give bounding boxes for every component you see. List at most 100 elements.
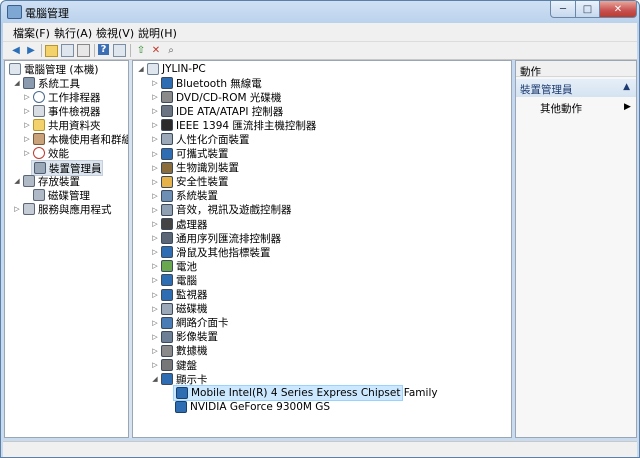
tree-item-services[interactable]: ▷ 服務與應用程式 xyxy=(13,202,112,216)
console-icon[interactable] xyxy=(113,44,126,57)
console-tree: 電腦管理 (本機) ◢ 系統工具 ▷ 工作排程器 ▷ 事件檢視器 ▷ 共用資料夾… xyxy=(4,60,129,438)
device-category-item[interactable]: ▷ Bluetooth 無線電 xyxy=(151,76,262,90)
minimize-button[interactable]: ─ xyxy=(550,1,576,18)
device-category-item[interactable]: ▷ 音效，視訊及遊戲控制器 xyxy=(151,203,292,217)
tree-item-label: 磁碟管理 xyxy=(48,189,90,202)
menu-view[interactable]: 檢視(V) xyxy=(96,25,134,41)
expand-arrow-icon[interactable]: ▷ xyxy=(151,333,159,341)
device-category-item[interactable]: ▷ 滑鼠及其他指標裝置 xyxy=(151,245,271,259)
tree-item-performance[interactable]: ▷ 效能 xyxy=(23,146,69,160)
device-category-item[interactable]: ▷ IEEE 1394 匯流排主機控制器 xyxy=(151,118,316,132)
maximize-button[interactable]: □ xyxy=(575,1,600,18)
device-item-nvidia-graphics[interactable]: NVIDIA GeForce 9300M GS xyxy=(173,400,330,414)
collapse-arrow-icon[interactable]: ◢ xyxy=(13,79,21,87)
expand-arrow-icon[interactable]: ▷ xyxy=(151,206,159,214)
expand-arrow-icon[interactable]: ▷ xyxy=(151,234,159,242)
window-title: 電腦管理 xyxy=(25,7,69,20)
expand-arrow-icon[interactable]: ▷ xyxy=(151,150,159,158)
scan-hardware-icon[interactable]: ⌕ xyxy=(164,43,178,57)
device-category-item[interactable]: ▷ 數據機 xyxy=(151,344,208,358)
device-category-item[interactable]: ◢ 顯示卡 xyxy=(151,372,208,386)
device-tree-root[interactable]: ◢ JYLIN-PC xyxy=(137,62,206,76)
biometric-icon xyxy=(161,161,173,174)
update-driver-icon[interactable]: ⇧ xyxy=(134,43,148,57)
device-category-item[interactable]: ▷ 可攜式裝置 xyxy=(151,147,229,161)
device-category-item[interactable]: ▷ DVD/CD-ROM 光碟機 xyxy=(151,90,281,104)
menu-help[interactable]: 說明(H) xyxy=(138,25,177,41)
expand-arrow-icon[interactable]: ▷ xyxy=(151,121,159,129)
expand-arrow-icon[interactable]: ▷ xyxy=(23,135,31,143)
help-icon[interactable]: ? xyxy=(98,44,109,55)
expand-arrow-icon[interactable]: ▷ xyxy=(151,276,159,284)
menu-file[interactable]: 檔案(F) xyxy=(13,25,50,41)
expand-arrow-icon[interactable]: ▷ xyxy=(151,361,159,369)
device-category-label: 安全性裝置 xyxy=(176,176,229,189)
expand-arrow-icon[interactable]: ▷ xyxy=(23,107,31,115)
menu-action[interactable]: 執行(A) xyxy=(54,25,92,41)
expand-arrow-icon[interactable]: ▷ xyxy=(151,178,159,186)
device-category-item[interactable]: ▷ 電腦 xyxy=(151,273,197,287)
tree-item-local-users[interactable]: ▷ 本機使用者和群組 xyxy=(23,132,128,146)
tree-item-disk-management[interactable]: 磁碟管理 xyxy=(31,188,90,202)
expand-arrow-icon[interactable]: ▷ xyxy=(151,164,159,172)
collapse-arrow-icon[interactable]: ◢ xyxy=(13,177,21,185)
tree-item-task-scheduler[interactable]: ▷ 工作排程器 xyxy=(23,90,101,104)
device-category-item[interactable]: ▷ 監視器 xyxy=(151,288,208,302)
tree-item-shared-folders[interactable]: ▷ 共用資料夾 xyxy=(23,118,101,132)
expand-arrow-icon[interactable]: ▷ xyxy=(151,347,159,355)
device-tree-root-label: JYLIN-PC xyxy=(162,63,206,75)
expand-arrow-icon[interactable]: ▷ xyxy=(151,305,159,313)
device-category-item[interactable]: ▷ 安全性裝置 xyxy=(151,175,229,189)
device-item-intel-graphics[interactable]: Mobile Intel(R) 4 Series Express Chipset… xyxy=(173,385,438,401)
tree-item-label: 存放裝置 xyxy=(38,175,80,188)
expand-arrow-icon[interactable]: ▷ xyxy=(151,93,159,101)
tree-item-event-viewer[interactable]: ▷ 事件檢視器 xyxy=(23,104,101,118)
device-category-item[interactable]: ▷ 鍵盤 xyxy=(151,358,197,372)
usb-icon xyxy=(161,232,173,245)
close-button[interactable]: ✕ xyxy=(599,1,637,18)
forward-icon[interactable]: ▶ xyxy=(24,43,38,57)
device-category-label: IDE ATA/ATAPI 控制器 xyxy=(176,105,284,118)
device-category-item[interactable]: ▷ 人性化介面裝置 xyxy=(151,132,250,146)
expand-arrow-icon[interactable]: ▷ xyxy=(151,220,159,228)
device-category-item[interactable]: ▷ 電池 xyxy=(151,259,197,273)
expand-arrow-icon[interactable]: ▷ xyxy=(23,93,31,101)
computer-management-window: 電腦管理 ─ □ ✕ 檔案(F) 執行(A) 檢視(V) 說明(H) ◀ ▶ ?… xyxy=(0,0,640,458)
tree-item-storage[interactable]: ◢ 存放裝置 xyxy=(13,174,80,188)
expand-arrow-icon[interactable]: ▷ xyxy=(23,121,31,129)
device-category-item[interactable]: ▷ IDE ATA/ATAPI 控制器 xyxy=(151,104,283,118)
collapse-triangle-icon[interactable]: ▲ xyxy=(623,82,630,92)
tools-icon xyxy=(23,77,35,89)
show-hide-tree-icon[interactable] xyxy=(61,44,74,57)
expand-arrow-icon[interactable]: ▷ xyxy=(151,135,159,143)
device-category-item[interactable]: ▷ 影像裝置 xyxy=(151,330,218,344)
device-category-item[interactable]: ▷ 生物識別裝置 xyxy=(151,161,239,175)
back-icon[interactable]: ◀ xyxy=(9,43,23,57)
more-actions-item[interactable]: 其他動作 xyxy=(540,101,582,116)
expand-arrow-icon[interactable]: ▷ xyxy=(151,192,159,200)
device-category-item[interactable]: ▷ 處理器 xyxy=(151,217,208,231)
expand-arrow-icon[interactable]: ▷ xyxy=(151,248,159,256)
device-category-item[interactable]: ▷ 通用序列匯流排控制器 xyxy=(151,231,281,245)
up-folder-icon[interactable] xyxy=(45,45,58,57)
expand-arrow-icon[interactable]: ▷ xyxy=(151,262,159,270)
collapse-arrow-icon[interactable]: ◢ xyxy=(151,375,159,383)
expand-arrow-icon[interactable]: ▷ xyxy=(151,291,159,299)
actions-section-device-manager[interactable]: 裝置管理員 ▲ xyxy=(516,79,636,97)
expand-arrow-icon[interactable]: ▷ xyxy=(151,107,159,115)
expand-arrow-icon[interactable]: ▷ xyxy=(13,205,21,213)
tree-item-system-tools[interactable]: ◢ 系統工具 xyxy=(13,76,80,90)
uninstall-icon[interactable]: ✕ xyxy=(149,43,163,57)
device-category-item[interactable]: ▷ 磁碟機 xyxy=(151,302,208,316)
device-category-item[interactable]: ▷ 網路介面卡 xyxy=(151,316,229,330)
imaging-device-icon xyxy=(161,330,173,343)
device-tree: ◢ JYLIN-PC ▷ Bluetooth 無線電 ▷ DVD/CD-ROM 光碟機… xyxy=(132,60,512,438)
device-category-label: DVD/CD-ROM 光碟機 xyxy=(176,91,282,104)
expand-arrow-icon[interactable]: ▷ xyxy=(23,149,31,157)
collapse-arrow-icon[interactable]: ◢ xyxy=(137,65,145,73)
expand-arrow-icon[interactable]: ▷ xyxy=(151,79,159,87)
device-category-item[interactable]: ▷ 系統裝置 xyxy=(151,189,218,203)
export-icon[interactable] xyxy=(77,44,90,57)
expand-arrow-icon[interactable]: ▷ xyxy=(151,319,159,327)
tree-item-root[interactable]: 電腦管理 (本機) xyxy=(7,62,99,76)
